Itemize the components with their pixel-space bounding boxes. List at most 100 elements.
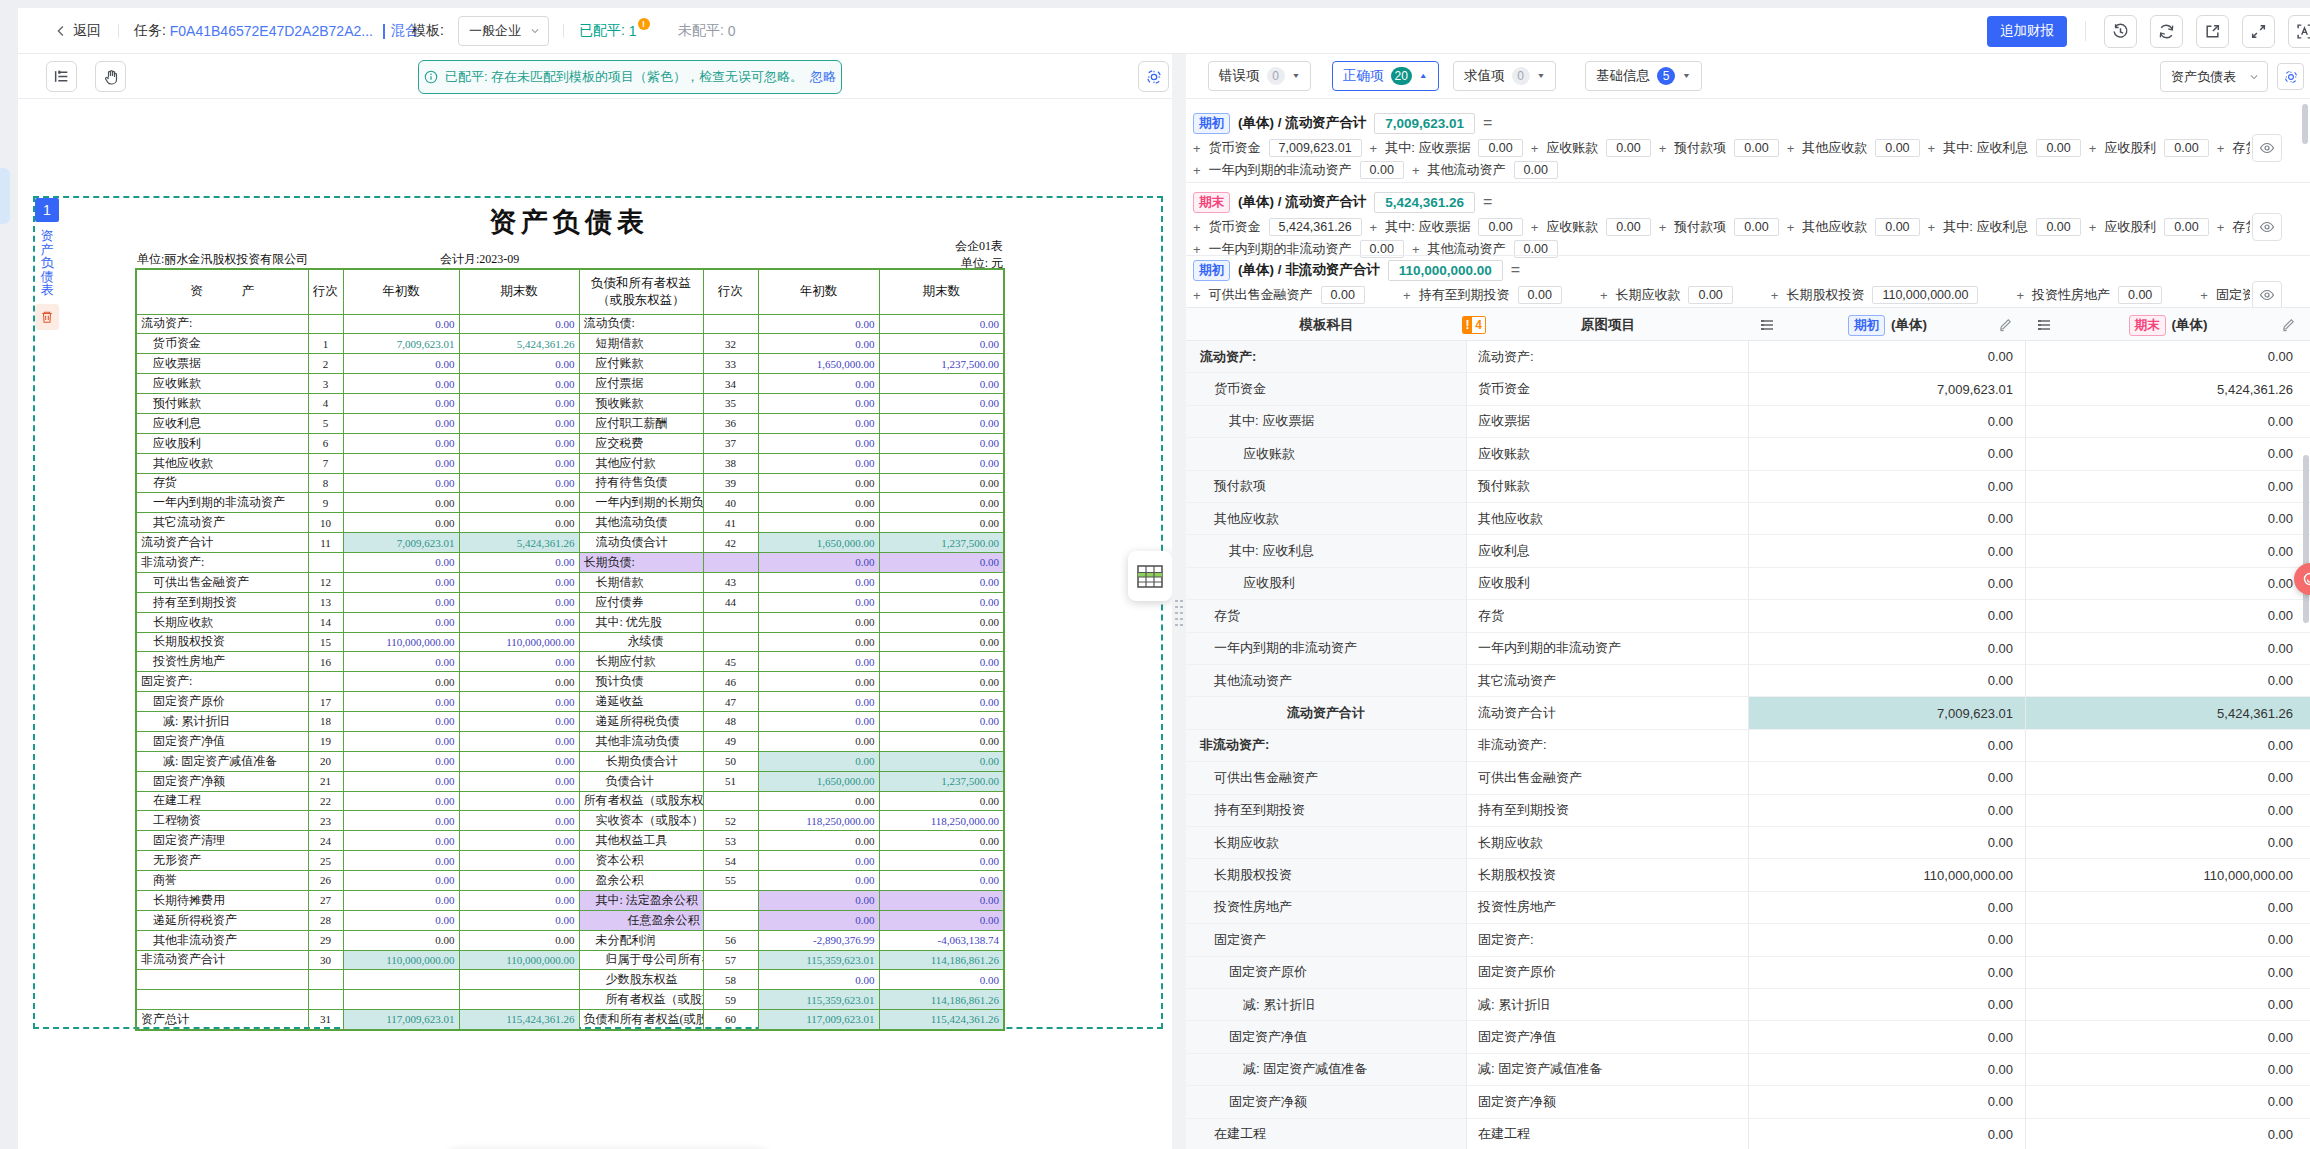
sheet-liability-closing: 0.00 [879,493,1004,513]
sheet-asset-opening: 0.00 [343,314,459,334]
mapping-row[interactable]: 固定资产净值 固定资产净值 0.00 0.00 [1186,1021,2310,1053]
term-value[interactable]: 0.00 [1478,139,1522,157]
term-value[interactable]: 0.00 [1321,286,1365,304]
formula-scrollbar[interactable] [2302,104,2308,144]
mapping-row[interactable]: 固定资产 固定资产: 0.00 0.00 [1186,924,2310,956]
mapping-row[interactable]: 应收账款 应收账款 0.00 0.00 [1186,438,2310,470]
mapping-row[interactable]: 可供出售金融资产 可供出售金融资产 0.00 0.00 [1186,762,2310,794]
sheet-delete-button[interactable] [35,304,59,330]
term-value[interactable]: 0.00 [2036,139,2080,157]
term-value[interactable]: 0.00 [1606,218,1650,236]
template-subject: 流动资产: [1186,341,1467,373]
term-value[interactable]: 0.00 [2164,139,2208,157]
term-value[interactable]: 7,009,623.01 [1269,139,1362,157]
term-value[interactable]: 0.00 [1875,139,1919,157]
term-value[interactable]: 110,000,000.00 [1872,286,1978,304]
template-select[interactable]: 一般企业 [458,16,549,46]
mapping-row[interactable]: 存货 存货 0.00 0.00 [1186,600,2310,632]
outline-button[interactable] [46,61,77,92]
term-value[interactable]: 0.00 [1688,286,1732,304]
sheet-liability-opening: 0.00 [758,314,879,334]
mapping-row[interactable]: 固定资产原价 固定资产原价 0.00 0.00 [1186,957,2310,989]
sheet-line-no: 13 [308,592,343,612]
sheet-form-no: 会企01表 [865,238,1003,255]
toggle-visibility-button[interactable] [2252,213,2282,241]
history-button[interactable] [2104,15,2137,48]
mapping-row[interactable]: 持有至到期投资 持有至到期投资 0.00 0.00 [1186,795,2310,827]
filter-基础信息[interactable]: 基础信息5▼ [1585,61,1702,91]
doc-settings-button[interactable] [1138,61,1169,92]
table-recognition-button[interactable] [1128,551,1172,601]
mapping-row[interactable]: 减: 累计折旧 减: 累计折旧 0.00 0.00 [1186,989,2310,1021]
sheet-asset-label: 货币资金 [136,334,308,354]
sheet-liability-closing: 0.00 [879,751,1004,771]
collapsed-drawer-handle[interactable] [0,168,10,224]
task-id-link[interactable]: F0A41B46572E47D2A2B72A2... [170,23,373,39]
mapping-row[interactable]: 一年内到期的非流动资产 一年内到期的非流动资产 0.00 0.00 [1186,633,2310,665]
mapping-row[interactable]: 应收股利 应收股利 0.00 0.00 [1186,568,2310,600]
open-external-button[interactable] [2196,15,2229,48]
sheet-tab-title[interactable]: 资产负债表 [35,229,59,297]
template-subject: 其他应收款 [1186,503,1467,535]
closing-value: 0.00 [2026,503,2310,535]
mapping-row[interactable]: 预付款项 预付账款 0.00 0.00 [1186,471,2310,503]
panel-settings-button[interactable] [2277,63,2304,90]
filter-求值项[interactable]: 求值项0▼ [1453,61,1556,91]
sheet-asset-label: 存货 [136,473,308,493]
term-value[interactable]: 0.00 [1514,161,1558,179]
hand-tool-button[interactable] [95,61,126,92]
term-value[interactable]: 0.00 [1875,218,1919,236]
mapping-row[interactable]: 流动资产合计 流动资产合计 7,009,623.01 5,424,361.26 [1186,697,2310,729]
term-label: 其他应收款 [1802,218,1867,236]
toggle-visibility-button[interactable] [2252,281,2282,307]
term-value[interactable]: 0.00 [1606,139,1650,157]
toggle-visibility-button[interactable] [2252,134,2282,162]
term-value[interactable]: 5,424,361.26 [1269,218,1362,236]
term-value[interactable]: 0.00 [1734,218,1778,236]
term-value[interactable]: 0.00 [1734,139,1778,157]
table-scrollbar[interactable] [2303,455,2309,623]
panel-splitter[interactable] [1172,54,1186,1149]
edit-column-icon[interactable] [1998,317,2013,336]
filter-row: 资产负债表 错误项0▼ 正确项20▲ 求值项0▼ 基础信息5▼ [1186,54,2310,99]
fullscreen-button[interactable] [2242,15,2275,48]
mapping-row[interactable]: 其他应收款 其他应收款 0.00 0.00 [1186,503,2310,535]
mapping-row[interactable]: 在建工程 在建工程 0.00 0.00 [1186,1119,2310,1149]
closing-value: 0.00 [2026,633,2310,665]
ignore-link[interactable]: 忽略 [810,68,836,86]
sheet-tab-index[interactable]: 1 [35,198,59,222]
mapping-row[interactable]: 固定资产净额 固定资产净额 0.00 0.00 [1186,1086,2310,1118]
term-value[interactable]: 0.00 [2036,218,2080,236]
term-value[interactable]: 0.00 [1478,218,1522,236]
formula-title: (单体) / 流动资产合计 [1238,193,1366,211]
sheet-asset-closing: 5,424,361.26 [459,533,579,553]
mapping-row[interactable]: 长期应收款 长期应收款 0.00 0.00 [1186,827,2310,859]
refresh-button[interactable] [2150,15,2183,48]
append-report-button[interactable]: 追加财报 [1987,16,2067,47]
mapping-row[interactable]: 货币资金 货币资金 7,009,623.01 5,424,361.26 [1186,373,2310,405]
mapping-row[interactable]: 长期股权投资 长期股权投资 110,000,000.00 110,000,000… [1186,859,2310,891]
sheet-liability-label: 负债合计 [579,771,703,791]
mapping-row[interactable]: 投资性房地产 投资性房地产 0.00 0.00 [1186,892,2310,924]
mapping-row[interactable]: 其中: 应收利息 应收利息 0.00 0.00 [1186,535,2310,567]
term-value[interactable]: 0.00 [2164,218,2208,236]
sheet-liability-label: 未分配利润 [579,930,703,950]
mapping-row[interactable]: 其中: 应收票据 应收票据 0.00 0.00 [1186,406,2310,438]
term-value[interactable]: 0.00 [1518,286,1562,304]
text-recognize-button[interactable] [2288,15,2310,48]
mapping-row[interactable]: 减: 固定资产减值准备 减: 固定资产减值准备 0.00 0.00 [1186,1054,2310,1086]
count-badge: 0 [1267,67,1285,85]
report-select[interactable]: 资产负债表 [2160,61,2268,92]
term-value[interactable]: 0.00 [1360,161,1404,179]
text-scan-icon [2296,23,2310,40]
sheet-line-no [703,612,758,632]
sheet-liability-closing: 0.00 [879,672,1004,692]
mapping-row[interactable]: 非流动资产: 非流动资产: 0.00 0.00 [1186,730,2310,762]
filter-错误项[interactable]: 错误项0▼ [1208,61,1311,91]
filter-正确项[interactable]: 正确项20▲ [1332,61,1439,91]
edit-column-icon[interactable] [2281,317,2296,336]
term-value[interactable]: 0.00 [2118,286,2162,304]
back-button[interactable]: 返回 [55,8,101,54]
mapping-row[interactable]: 其他流动资产 其它流动资产 0.00 0.00 [1186,665,2310,697]
mapping-row[interactable]: 流动资产: 流动资产: 0.00 0.00 [1186,341,2310,373]
